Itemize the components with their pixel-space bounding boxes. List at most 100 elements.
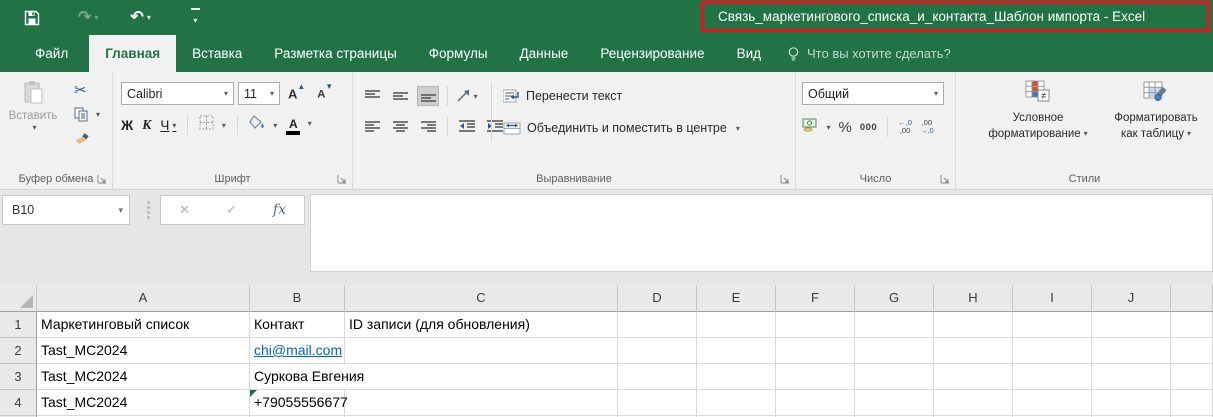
paste-button[interactable]: Вставить: [6, 80, 60, 134]
column-header-i[interactable]: I: [1013, 285, 1092, 312]
save-button[interactable]: [24, 10, 40, 26]
tab-insert[interactable]: Вставка: [176, 35, 258, 72]
cell-h3[interactable]: [934, 364, 1013, 390]
column-header-g[interactable]: G: [855, 285, 934, 312]
formula-bar-handle[interactable]: [147, 201, 150, 219]
row-header-4[interactable]: 4: [0, 390, 37, 416]
orientation-button[interactable]: [456, 86, 478, 106]
cell-e3[interactable]: [697, 364, 776, 390]
number-format-combo[interactable]: Общий ▾: [802, 82, 944, 105]
cell-a3[interactable]: Tast_MC2024: [37, 364, 250, 390]
paste-dropdown-icon[interactable]: [6, 122, 60, 134]
row-header-1[interactable]: 1: [0, 312, 37, 338]
percent-style-button[interactable]: %: [838, 119, 851, 136]
cell-e1[interactable]: [697, 312, 776, 338]
cell-c2[interactable]: [345, 338, 618, 364]
cell-d4[interactable]: [618, 390, 697, 416]
redo-button[interactable]: ▾: [78, 10, 98, 26]
cell-b4[interactable]: +79055556677: [250, 390, 348, 416]
name-box[interactable]: B10 ▾: [2, 195, 130, 225]
cell-j4[interactable]: [1092, 390, 1171, 416]
cell-h2[interactable]: [934, 338, 1013, 364]
cell-g1[interactable]: [855, 312, 934, 338]
cell-b3[interactable]: Суркова Евгения: [250, 364, 364, 390]
cancel-button[interactable]: [179, 202, 190, 218]
column-header-e[interactable]: E: [697, 285, 776, 312]
cell-e2[interactable]: [697, 338, 776, 364]
row-header-2[interactable]: 2: [0, 338, 37, 364]
cell-a1[interactable]: Маркетинговый список: [37, 312, 250, 338]
tab-review[interactable]: Рецензирование: [584, 35, 720, 72]
fill-color-button[interactable]: [249, 115, 277, 135]
cell-b2-hyperlink[interactable]: chi@mail.com: [254, 342, 342, 358]
cell-a4[interactable]: Tast_MC2024: [37, 390, 250, 416]
cell-c3[interactable]: [345, 364, 618, 390]
align-bottom-button[interactable]: [417, 86, 439, 106]
borders-button[interactable]: [199, 115, 225, 135]
copy-button[interactable]: [74, 106, 100, 122]
cell-f2[interactable]: [776, 338, 855, 364]
cell-i3[interactable]: [1013, 364, 1092, 390]
cell-g4[interactable]: [855, 390, 934, 416]
cell-f1[interactable]: [776, 312, 855, 338]
tab-view[interactable]: Вид: [721, 35, 777, 72]
cell-b1[interactable]: Контакт: [250, 312, 345, 338]
cell-j2[interactable]: [1092, 338, 1171, 364]
cell-i1[interactable]: [1013, 312, 1092, 338]
cell-c4[interactable]: [345, 390, 618, 416]
column-header-j[interactable]: J: [1092, 285, 1171, 312]
cell-e4[interactable]: [697, 390, 776, 416]
conditional-formatting-button[interactable]: ≠ Условное форматирование: [974, 80, 1102, 142]
column-header-d[interactable]: D: [618, 285, 697, 312]
undo-button[interactable]: ▾: [130, 10, 151, 26]
currency-format-button[interactable]: [802, 118, 830, 137]
column-header-f[interactable]: F: [776, 285, 855, 312]
select-all-button[interactable]: [0, 285, 37, 312]
cell-i2[interactable]: [1013, 338, 1092, 364]
align-middle-button[interactable]: [389, 86, 411, 106]
cell-a2[interactable]: Tast_MC2024: [37, 338, 250, 364]
column-header-partial[interactable]: [1171, 285, 1213, 312]
decrease-indent-button[interactable]: [456, 116, 478, 136]
merge-center-button[interactable]: Объединить и поместить в центре: [503, 116, 740, 140]
tell-me-box[interactable]: Что вы хотите сделать?: [787, 35, 951, 72]
cell-k2[interactable]: [1171, 338, 1213, 364]
cell-d3[interactable]: [618, 364, 697, 390]
tab-page-layout[interactable]: Разметка страницы: [258, 35, 412, 72]
align-top-button[interactable]: [361, 86, 383, 106]
number-dialog-launcher[interactable]: [940, 174, 950, 184]
tab-file[interactable]: Файл: [14, 35, 90, 72]
cell-j3[interactable]: [1092, 364, 1171, 390]
italic-button[interactable]: К: [142, 117, 151, 133]
column-header-h[interactable]: H: [934, 285, 1013, 312]
cell-d1[interactable]: [618, 312, 697, 338]
font-name-combo[interactable]: Calibri ▾: [121, 82, 234, 105]
tab-data[interactable]: Данные: [504, 35, 585, 72]
format-painter-button[interactable]: [74, 130, 100, 146]
cell-j1[interactable]: [1092, 312, 1171, 338]
cell-h1[interactable]: [934, 312, 1013, 338]
font-color-button[interactable]: А: [286, 115, 311, 135]
cell-k3[interactable]: [1171, 364, 1213, 390]
customize-qat-button[interactable]: ▾: [190, 8, 200, 27]
cell-i4[interactable]: [1013, 390, 1092, 416]
cell-f3[interactable]: [776, 364, 855, 390]
cut-button[interactable]: [74, 82, 100, 98]
cell-k1[interactable]: [1171, 312, 1213, 338]
formula-input[interactable]: [310, 194, 1213, 272]
clipboard-dialog-launcher[interactable]: [97, 174, 107, 184]
decrease-font-size-button[interactable]: A▼: [313, 82, 337, 101]
cell-c1[interactable]: ID записи (для обновления): [345, 312, 618, 338]
font-size-combo[interactable]: 11 ▾: [238, 82, 280, 105]
align-left-button[interactable]: [361, 116, 383, 136]
alignment-dialog-launcher[interactable]: [780, 174, 790, 184]
cell-f4[interactable]: [776, 390, 855, 416]
wrap-text-button[interactable]: Перенести текст: [503, 84, 740, 108]
align-center-button[interactable]: [389, 116, 411, 136]
cell-h4[interactable]: [934, 390, 1013, 416]
tab-home[interactable]: Главная: [89, 35, 177, 72]
comma-style-button[interactable]: 000: [860, 122, 877, 133]
bold-button[interactable]: Ж: [121, 118, 133, 133]
decrease-decimal-button[interactable]: ,00 →,0: [920, 119, 934, 135]
increase-font-size-button[interactable]: A▲: [284, 82, 309, 101]
